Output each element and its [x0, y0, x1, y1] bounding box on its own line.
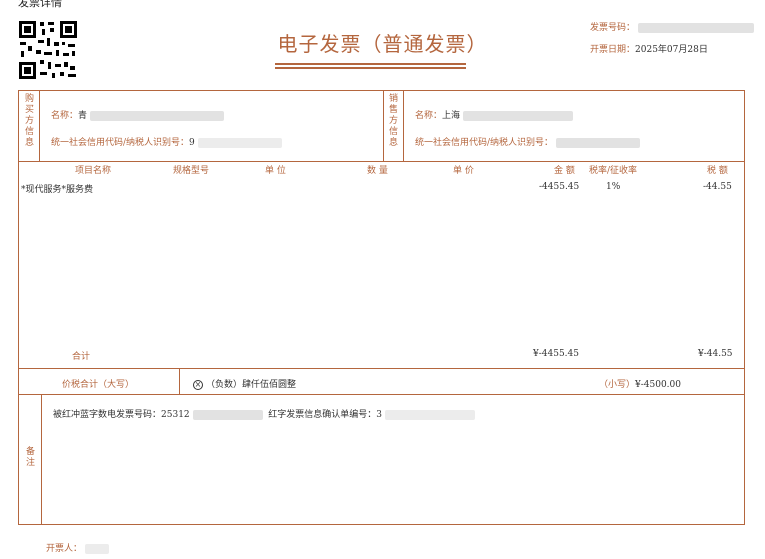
total-tax: ¥-44.55 [698, 349, 733, 359]
issuer-redacted [84, 543, 109, 554]
buyer-name-redacted [89, 110, 224, 121]
total-words-value: （负数）肆仟伍佰圆整 [206, 380, 297, 390]
col-tax: 税 额 [707, 166, 728, 176]
item-amount: -4455.45 [539, 182, 580, 192]
col-item-name: 项目名称 [75, 166, 112, 176]
remarks-label-1: 被红冲蓝字数电发票号码： [53, 410, 162, 420]
remarks-side-label: 备注 [25, 447, 35, 468]
item-name: *现代服务*服务费 [21, 185, 94, 195]
buyer-tax-row: 统一社会信用代码/纳税人识别号：9 [51, 135, 282, 148]
seller-tax-redacted [555, 137, 640, 148]
total-small-label: （小写） [599, 380, 636, 390]
issue-date-value: 2025年07月28日 [635, 45, 708, 55]
total-words-bottom-line [19, 394, 744, 395]
remarks-value-2: 3 [376, 410, 383, 420]
total-small-value: ¥-4500.00 [635, 380, 681, 390]
seller-side-label: 销售方信息 [388, 94, 398, 148]
seller-tax-label: 统一社会信用代码/纳税人识别号： [415, 138, 554, 148]
buyer-tax-redacted [197, 137, 282, 148]
invoice-no-row: 发票号码： [590, 20, 754, 33]
item-tax: -44.55 [703, 182, 732, 192]
seller-name-row: 名称：上海 [415, 108, 573, 121]
total-label: 合计 [72, 352, 91, 362]
invoice-frame: 购买方信息 名称：青 统一社会信用代码/纳税人识别号：9 销售方信息 名称：上海… [18, 90, 745, 525]
issue-date-label: 开票日期： [590, 45, 636, 55]
remarks-value-1: 25312 [161, 410, 190, 420]
seller-name-label: 名称： [415, 111, 443, 121]
total-words-divider [179, 368, 180, 394]
total-amount: ¥-4455.45 [533, 349, 579, 359]
seller-tax-row: 统一社会信用代码/纳税人识别号： [415, 135, 640, 148]
issue-date-row: 开票日期：2025年07月28日 [590, 42, 708, 55]
col-unit: 单 位 [265, 166, 286, 176]
buyer-side-label: 购买方信息 [24, 94, 34, 148]
remarks-value-1-redacted [192, 409, 263, 420]
invoice-no-redacted [637, 22, 754, 33]
buyer-tax-label: 统一社会信用代码/纳税人识别号： [51, 138, 190, 148]
col-spec: 规格型号 [173, 166, 210, 176]
buyer-tax-value: 9 [189, 138, 195, 148]
item-rate: 1% [606, 182, 621, 192]
remarks-value-2-redacted [384, 409, 475, 420]
col-qty: 数 量 [367, 166, 388, 176]
total-small-row: （小写）¥-4500.00 [599, 377, 681, 390]
seller-name-value: 上海 [442, 111, 461, 121]
col-price: 单 价 [453, 166, 474, 176]
col-amount: 金 额 [554, 166, 575, 176]
seller-name-redacted [462, 110, 573, 121]
remarks-label-line [41, 394, 42, 525]
buyer-name-row: 名称：青 [51, 108, 224, 121]
total-words-value-row: × （负数）肆仟伍佰圆整 [193, 377, 296, 390]
items-bottom-line [19, 368, 744, 369]
total-words-label: 价税合计（大写） [62, 380, 135, 390]
seller-label-line [403, 91, 404, 161]
remarks-label-2: 红字发票信息确认单编号： [268, 410, 377, 420]
issuer-row: 开票人： [46, 541, 109, 554]
remarks-line: 被红冲蓝字数电发票号码：25312 红字发票信息确认单编号：3 [53, 407, 475, 420]
party-divider-line [383, 91, 384, 161]
invoice-no-label: 发票号码： [590, 23, 636, 33]
buyer-label-line [39, 91, 40, 161]
cross-circle-icon: × [193, 379, 203, 390]
title-underline [275, 63, 466, 71]
issuer-label: 开票人： [46, 544, 83, 554]
page-top-text: 发票详情 [18, 0, 62, 9]
buyer-name-value: 青 [78, 111, 88, 121]
col-rate: 税率/征收率 [589, 166, 638, 176]
party-bottom-line [19, 161, 744, 162]
buyer-name-label: 名称： [51, 111, 79, 121]
